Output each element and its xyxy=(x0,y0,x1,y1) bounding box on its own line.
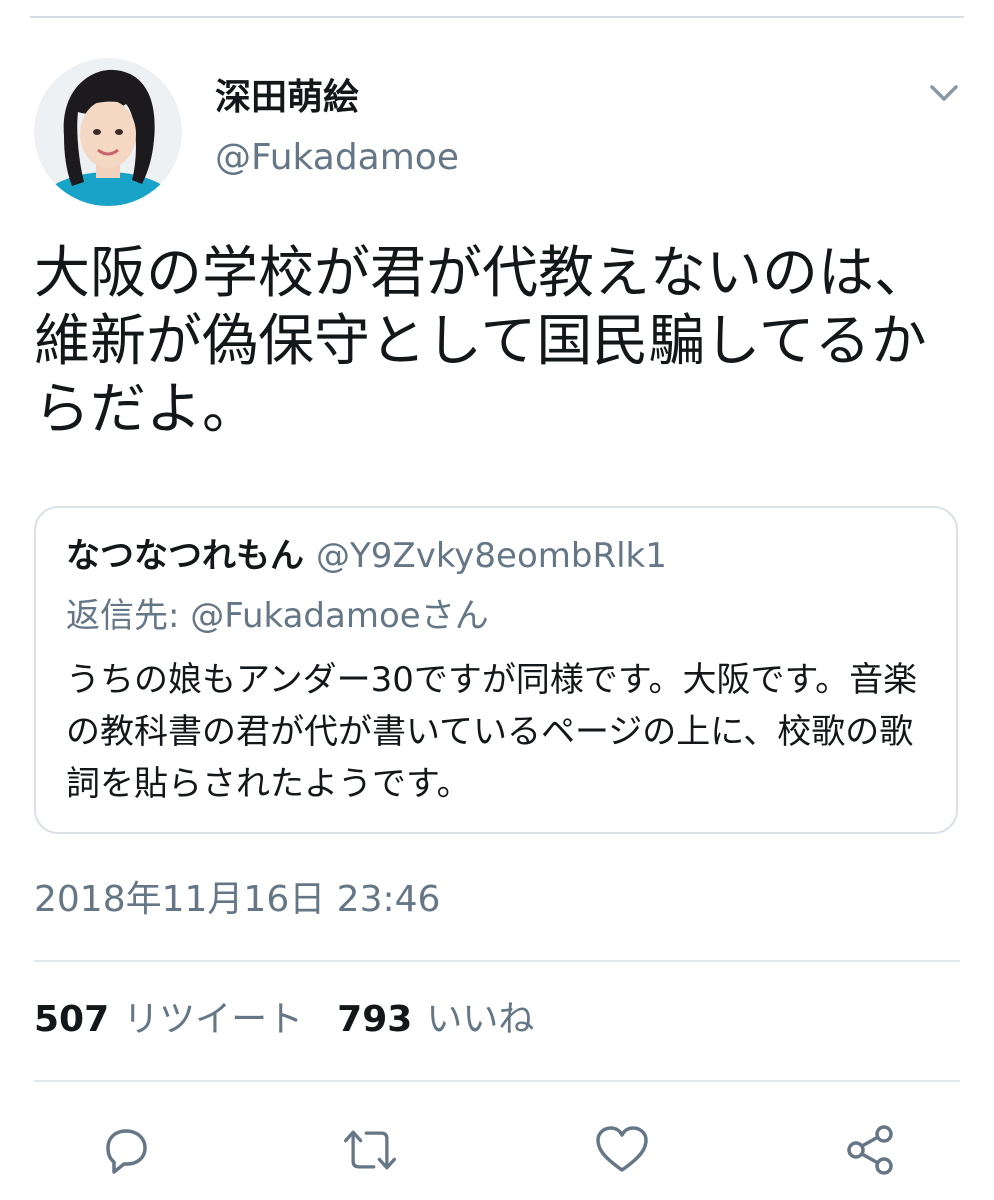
quoted-reply-to: 返信先: @Fukadamoeさん xyxy=(66,596,489,636)
avatar-image xyxy=(34,58,182,206)
retweet-icon xyxy=(343,1130,397,1170)
tweet-stats: 507 リツイート 793 いいね xyxy=(34,996,534,1044)
top-divider xyxy=(30,16,964,18)
like-button[interactable] xyxy=(592,1120,652,1180)
chevron-down-icon[interactable] xyxy=(924,78,964,108)
retweets-count: 507 xyxy=(34,999,110,1040)
heart-icon xyxy=(596,1126,648,1172)
tweet-timestamp: 2018年11月16日 23:46 xyxy=(34,879,441,920)
quoted-tweet-header: なつなつれもん @Y9Zvky8eombRlk1 xyxy=(66,534,667,578)
share-button[interactable] xyxy=(840,1120,900,1180)
tweet-header: 深田萌絵 @Fukadamoe xyxy=(34,58,964,208)
retweets-label: リツイート xyxy=(123,999,304,1040)
quoted-tweet-card[interactable]: なつなつれもん @Y9Zvky8eombRlk1 返信先: @Fukadamoeさ… xyxy=(34,506,958,834)
likes-count: 793 xyxy=(337,999,413,1040)
reply-icon xyxy=(106,1129,147,1174)
quoted-tweet-text: うちの娘もアンダー30ですが同様です。大阪です。音楽の教科書の君が代が書いている… xyxy=(66,660,918,804)
likes-stat[interactable]: 793 いいね xyxy=(337,999,534,1040)
retweets-stat[interactable]: 507 リツイート xyxy=(34,999,303,1040)
author-display-name[interactable]: 深田萌絵 xyxy=(215,76,359,120)
quoted-author-handle: @Y9Zvky8eombRlk1 xyxy=(316,536,667,576)
tweet-text: 大阪の学校が君が代教えないのは、維新が偽保守として国民騙してるからだよ。 xyxy=(34,241,930,442)
divider xyxy=(34,1080,960,1082)
share-icon xyxy=(847,1125,893,1175)
author-handle[interactable]: @Fukadamoe xyxy=(215,136,459,180)
divider xyxy=(34,960,960,962)
avatar[interactable] xyxy=(34,58,182,206)
retweet-button[interactable] xyxy=(340,1120,400,1180)
likes-label: いいね xyxy=(426,999,535,1040)
quoted-author-name: なつなつれもん xyxy=(66,536,304,576)
reply-button[interactable] xyxy=(96,1120,156,1180)
